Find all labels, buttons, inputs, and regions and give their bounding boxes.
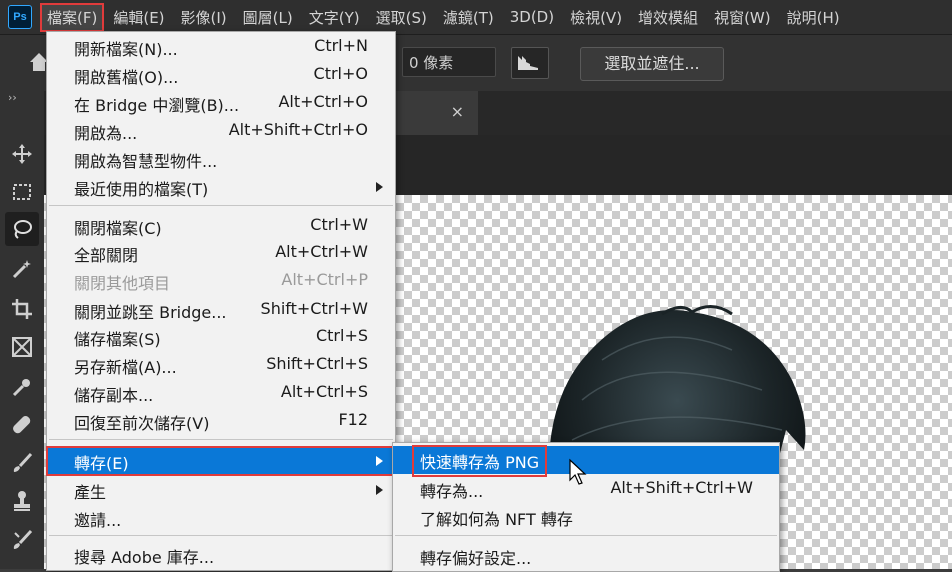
menu-separator	[49, 205, 393, 206]
feather-input[interactable]: 0 像素	[402, 47, 496, 77]
menu-edit[interactable]: 編輯(E)	[108, 5, 169, 30]
menu-save-a-copy[interactable]: 儲存副本... Alt+Ctrl+S	[47, 379, 395, 407]
menu-close-others: 關閉其他項目 Alt+Ctrl+P	[74, 270, 368, 293]
menu-save-as[interactable]: 另存新檔(A)... Shift+Ctrl+S	[47, 351, 395, 379]
healing-brush-icon[interactable]	[9, 412, 35, 438]
menu-separator	[49, 439, 393, 440]
menu-separator	[49, 535, 393, 536]
menu-open-as[interactable]: 開啟為... Alt+Shift+Ctrl+O	[47, 117, 395, 145]
menu-close-all[interactable]: 全部關閉 Alt+Ctrl+W	[47, 239, 395, 267]
eyedropper-icon[interactable]	[9, 374, 35, 400]
menu-close-and-go-to-bridge[interactable]: 關閉並跳至 Bridge... Shift+Ctrl+W	[47, 296, 395, 324]
document-tab[interactable]: ×	[396, 91, 478, 135]
menu-export-preferences[interactable]: 轉存偏好設定...	[393, 542, 779, 570]
menu-type[interactable]: 文字(Y)	[304, 5, 365, 30]
stamp-icon[interactable]	[9, 488, 35, 514]
frame-icon[interactable]	[9, 334, 35, 360]
select-and-mask-button[interactable]: 選取並遮住...	[580, 47, 724, 81]
lasso-icon[interactable]	[5, 212, 39, 246]
menu-bar: Ps 檔案(F) 編輯(E) 影像(I) 圖層(L) 文字(Y) 選取(S) 濾…	[0, 0, 952, 34]
menu-open-as-smart-object[interactable]: 開啟為智慧型物件...	[47, 145, 395, 173]
menu-select[interactable]: 選取(S)	[371, 5, 432, 30]
menu-invite[interactable]: 邀請...	[47, 504, 395, 532]
menu-generate[interactable]: 產生	[47, 476, 395, 504]
menu-3d[interactable]: 3D(D)	[505, 6, 559, 28]
tools-panel: ››	[0, 91, 45, 569]
file-menu-dropdown: 開新檔案(N)... Ctrl+N 開啟舊檔(O)... Ctrl+O 在 Brid…	[46, 31, 396, 571]
submenu-arrow-icon	[376, 456, 383, 466]
marquee-icon[interactable]	[9, 179, 35, 205]
menu-close[interactable]: 關閉檔案(C) Ctrl+W	[47, 212, 395, 240]
menu-open-recent[interactable]: 最近使用的檔案(T)	[47, 173, 395, 201]
close-tab-icon[interactable]: ×	[451, 102, 464, 121]
collapse-toolbar-icon[interactable]: ››	[8, 91, 17, 104]
menu-filter[interactable]: 濾鏡(T)	[438, 5, 499, 30]
menu-new[interactable]: 開新檔案(N)... Ctrl+N	[47, 33, 395, 61]
crop-icon[interactable]	[9, 296, 35, 322]
menu-revert[interactable]: 回復至前次儲存(V) F12	[47, 407, 395, 435]
magic-wand-icon[interactable]	[9, 256, 35, 282]
menu-learn-nft-export[interactable]: 了解如何為 NFT 轉存	[393, 503, 779, 531]
menu-separator	[395, 535, 777, 536]
menu-layer[interactable]: 圖層(L)	[238, 5, 298, 30]
menu-save[interactable]: 儲存檔案(S) Ctrl+S	[47, 323, 395, 351]
menu-image[interactable]: 影像(I)	[176, 5, 232, 30]
menu-help[interactable]: 說明(H)	[782, 5, 845, 30]
menu-plugins[interactable]: 增效模組	[633, 5, 703, 30]
menu-view[interactable]: 檢視(V)	[565, 5, 627, 30]
menu-export[interactable]: 轉存(E)	[46, 446, 396, 476]
anti-alias-button[interactable]	[511, 47, 549, 79]
menu-open[interactable]: 開啟舊檔(O)... Ctrl+O	[47, 61, 395, 89]
submenu-arrow-icon	[376, 485, 383, 495]
submenu-arrow-icon	[376, 182, 383, 192]
menu-search-adobe-stock[interactable]: 搜尋 Adobe 庫存...	[47, 541, 395, 569]
menu-browse-in-bridge[interactable]: 在 Bridge 中瀏覽(B)... Alt+Ctrl+O	[47, 89, 395, 117]
photoshop-logo: Ps	[8, 5, 32, 29]
anti-alias-icon	[518, 56, 538, 70]
mouse-pointer-icon	[569, 458, 587, 485]
menu-file[interactable]: 檔案(F)	[39, 2, 105, 32]
move-icon[interactable]	[9, 141, 35, 167]
brush-icon[interactable]	[9, 450, 35, 476]
menu-window[interactable]: 視窗(W)	[709, 5, 776, 30]
history-brush-icon[interactable]	[9, 527, 35, 553]
